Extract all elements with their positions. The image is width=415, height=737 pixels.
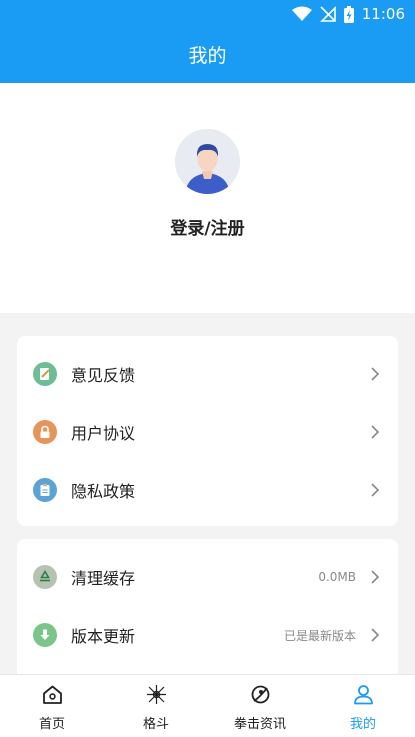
clipboard-icon bbox=[33, 478, 57, 502]
tab-home[interactable]: 首页 bbox=[0, 675, 104, 737]
tab-label: 格斗 bbox=[142, 717, 169, 732]
menu-item-version-update[interactable]: 版本更新 已是最新版本 bbox=[17, 607, 398, 663]
version-status-value: 已是最新版本 bbox=[283, 628, 356, 643]
profile-icon bbox=[354, 685, 373, 705]
tab-fight[interactable]: 格斗 bbox=[104, 675, 208, 737]
tab-label: 拳击资讯 bbox=[233, 717, 286, 732]
chevron-right-icon bbox=[371, 570, 380, 584]
news-icon bbox=[251, 685, 270, 704]
home-icon bbox=[43, 685, 62, 704]
fight-icon bbox=[147, 685, 166, 704]
chevron-right-icon bbox=[371, 367, 380, 381]
download-icon bbox=[33, 623, 57, 647]
status-time: 11:06 bbox=[361, 5, 405, 23]
chevron-right-icon bbox=[371, 483, 380, 497]
no-signal-icon bbox=[319, 6, 336, 22]
menu-item-clear-cache[interactable]: 清理缓存 0.0MB bbox=[17, 549, 398, 605]
user-avatar-icon bbox=[175, 129, 240, 194]
battery-charging-icon bbox=[343, 5, 354, 23]
profile-section: 登录/注册 bbox=[0, 83, 415, 313]
page-title: 我的 bbox=[188, 45, 227, 67]
tab-label: 我的 bbox=[349, 717, 376, 732]
bottom-tab-bar: 首页 格斗 拳击资讯 我的 bbox=[0, 674, 415, 737]
menu-card-secondary: 清理缓存 0.0MB 版本更新 已是最新版本 bbox=[17, 539, 398, 689]
menu-item-label: 清理缓存 bbox=[71, 569, 136, 588]
avatar[interactable] bbox=[175, 129, 240, 194]
menu-item-label: 用户协议 bbox=[71, 424, 136, 443]
menu-item-label: 版本更新 bbox=[71, 627, 136, 646]
feedback-icon bbox=[33, 362, 57, 386]
tab-label: 首页 bbox=[38, 717, 65, 732]
tab-mine[interactable]: 我的 bbox=[311, 675, 415, 737]
login-register-link[interactable]: 登录/注册 bbox=[0, 214, 415, 239]
status-bar: 11:06 bbox=[291, 4, 405, 24]
menu-item-label: 隐私政策 bbox=[71, 482, 136, 501]
lock-icon bbox=[33, 420, 57, 444]
wifi-icon bbox=[291, 6, 312, 21]
cache-size-value: 0.0MB bbox=[318, 570, 356, 584]
chevron-right-icon bbox=[371, 425, 380, 439]
menu-item-privacy-policy[interactable]: 隐私政策 bbox=[17, 462, 398, 518]
menu-item-label: 意见反馈 bbox=[71, 366, 136, 385]
menu-card-primary: 意见反馈 用户协议 隐私政策 bbox=[17, 336, 398, 526]
menu-item-user-agreement[interactable]: 用户协议 bbox=[17, 404, 398, 460]
tab-boxing-news[interactable]: 拳击资讯 bbox=[208, 675, 312, 737]
menu-item-feedback[interactable]: 意见反馈 bbox=[17, 346, 398, 402]
recycle-icon bbox=[33, 565, 57, 589]
app-header: 11:06 我的 bbox=[0, 0, 415, 83]
chevron-right-icon bbox=[371, 628, 380, 642]
